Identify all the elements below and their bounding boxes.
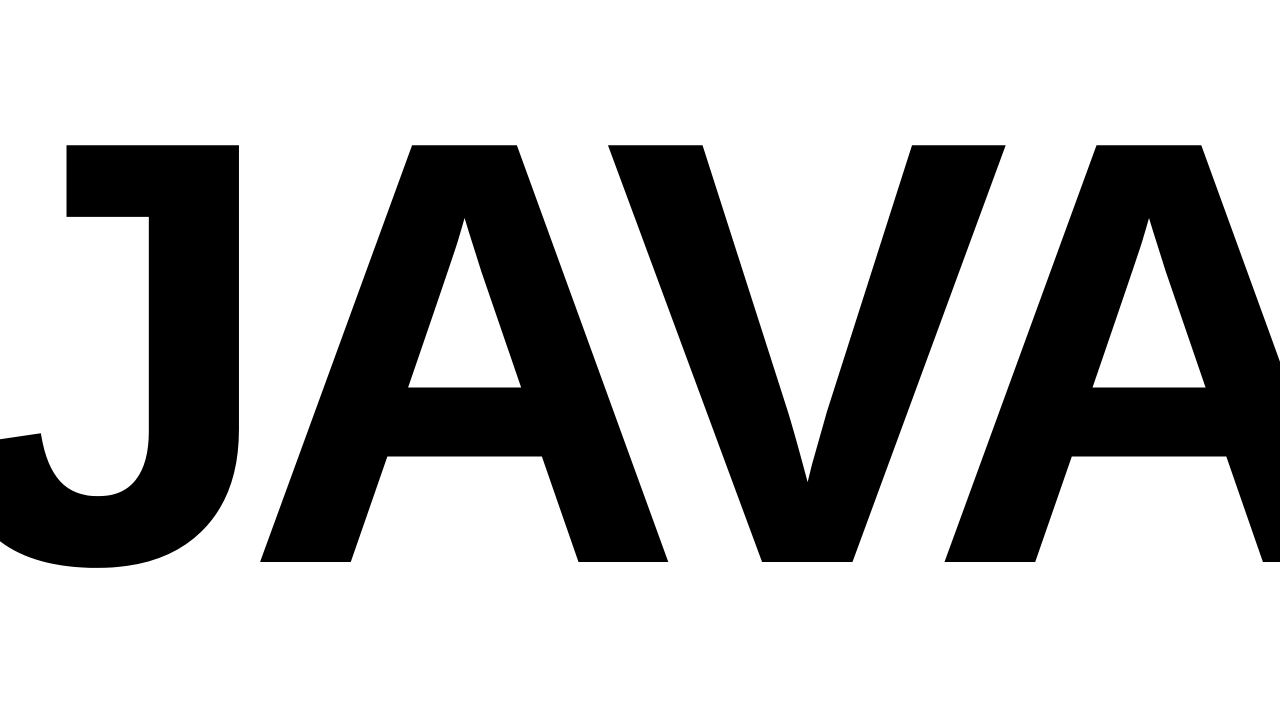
java-wordmark-stage: void co tFile(final yntaxNod n) thro Cod… [0, 0, 1280, 720]
kw-void: void [180, 123, 237, 151]
code-background: void co tFile(final yntaxNod n) thro Cod… [180, 118, 1006, 550]
